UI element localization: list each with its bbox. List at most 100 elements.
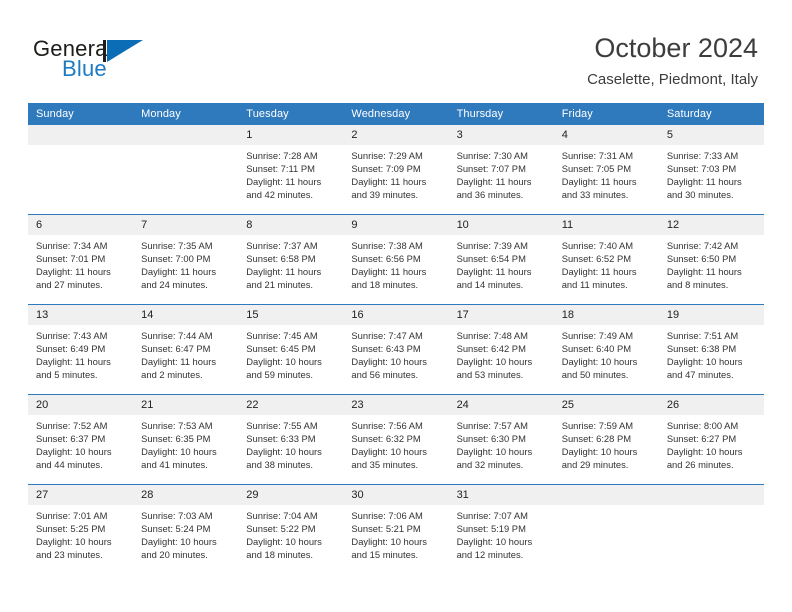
weekday-header-friday: Friday xyxy=(553,103,659,125)
sunset-time: Sunset: 5:22 PM xyxy=(246,523,316,535)
day-details: Sunrise: 7:07 AM Sunset: 5:19 PM Daylight:… xyxy=(449,505,554,561)
sunset-time: Sunset: 6:38 PM xyxy=(666,343,737,355)
calendar-day-cell[interactable]: 16 Sunrise: 7:47 AM Sunset: 6:43 PM Dayligh… xyxy=(343,304,449,395)
sunset-time: Sunset: 5:25 PM xyxy=(36,523,106,535)
sunset-time: Sunset: 6:42 PM xyxy=(456,343,526,355)
daylight-duration-line-1: Daylight: 10 hours xyxy=(456,446,533,458)
day-details: Sunrise: 7:44 AM Sunset: 6:47 PM Daylight:… xyxy=(133,325,238,381)
day-details: Sunrise: 7:49 AM Sunset: 6:40 PM Daylight:… xyxy=(554,325,659,381)
daylight-duration-line-1: Daylight: 11 hours xyxy=(666,266,742,278)
day-details: Sunrise: 7:48 AM Sunset: 6:42 PM Daylight:… xyxy=(449,325,554,381)
calendar-day-cell[interactable]: 19 Sunrise: 7:51 AM Sunset: 6:38 PM Dayligh… xyxy=(658,304,764,395)
day-number xyxy=(658,485,764,505)
calendar-day-cell[interactable]: 15 Sunrise: 7:45 AM Sunset: 6:45 PM Dayligh… xyxy=(238,304,344,395)
weekday-header-wednesday: Wednesday xyxy=(343,103,449,125)
calendar-day-cell[interactable]: 27 Sunrise: 7:01 AM Sunset: 5:25 PM Dayligh… xyxy=(28,484,134,574)
daylight-duration-line-2: and 14 minutes. xyxy=(456,279,524,291)
daylight-duration-line-1: Daylight: 11 hours xyxy=(351,266,427,278)
day-details: Sunrise: 7:35 AM Sunset: 7:00 PM Daylight:… xyxy=(133,235,238,291)
calendar-day-cell[interactable]: 18 Sunrise: 7:49 AM Sunset: 6:40 PM Dayligh… xyxy=(553,304,659,395)
day-details: Sunrise: 7:43 AM Sunset: 6:49 PM Daylight:… xyxy=(28,325,133,381)
calendar-day-cell[interactable]: 24 Sunrise: 7:57 AM Sunset: 6:30 PM Dayligh… xyxy=(448,394,554,485)
daylight-duration-line-1: Daylight: 11 hours xyxy=(246,176,322,188)
day-details: Sunrise: 7:04 AM Sunset: 5:22 PM Daylight:… xyxy=(238,505,343,561)
day-number: 2 xyxy=(343,125,449,145)
day-number: 7 xyxy=(133,215,239,235)
day-details: Sunrise: 7:47 AM Sunset: 6:43 PM Daylight:… xyxy=(343,325,448,381)
day-number: 21 xyxy=(133,395,239,415)
daylight-duration-line-2: and 38 minutes. xyxy=(246,459,313,471)
calendar-week-row: 27 Sunrise: 7:01 AM Sunset: 5:25 PM Dayligh… xyxy=(28,484,764,574)
day-details: Sunrise: 7:55 AM Sunset: 6:33 PM Daylight:… xyxy=(238,415,343,471)
sunrise-time: Sunrise: 7:47 AM xyxy=(351,330,423,341)
sunrise-time: Sunrise: 7:57 AM xyxy=(456,420,528,431)
daylight-duration-line-2: and 27 minutes. xyxy=(36,279,103,291)
day-details: Sunrise: 7:37 AM Sunset: 6:58 PM Daylight:… xyxy=(238,235,343,291)
day-details: Sunrise: 7:42 AM Sunset: 6:50 PM Daylight:… xyxy=(659,235,764,291)
day-details: Sunrise: 7:57 AM Sunset: 6:30 PM Daylight:… xyxy=(449,415,554,471)
calendar-day-cell[interactable]: 7 Sunrise: 7:35 AM Sunset: 7:00 PM Daylight… xyxy=(133,214,239,305)
calendar-day-cell[interactable]: 28 Sunrise: 7:03 AM Sunset: 5:24 PM Dayligh… xyxy=(133,484,239,574)
calendar-day-cell[interactable]: 10 Sunrise: 7:39 AM Sunset: 6:54 PM Dayligh… xyxy=(448,214,554,305)
day-number: 10 xyxy=(448,215,554,235)
sunrise-time: Sunrise: 7:53 AM xyxy=(141,420,213,431)
sunrise-time: Sunrise: 7:59 AM xyxy=(561,420,634,431)
calendar-day-cell[interactable]: 12 Sunrise: 7:42 AM Sunset: 6:50 PM Dayligh… xyxy=(658,214,764,305)
calendar-day-cell-empty xyxy=(133,125,239,215)
sunrise-time: Sunrise: 7:04 AM xyxy=(246,510,318,521)
calendar-day-cell[interactable]: 23 Sunrise: 7:56 AM Sunset: 6:32 PM Dayligh… xyxy=(343,394,449,485)
day-number xyxy=(28,125,134,145)
calendar-page: General Blue October 2024 Caselette, Pie… xyxy=(0,0,792,612)
day-details: Sunrise: 7:51 AM Sunset: 6:38 PM Daylight:… xyxy=(659,325,764,381)
day-details: Sunrise: 7:03 AM Sunset: 5:24 PM Daylight:… xyxy=(133,505,238,561)
day-number: 15 xyxy=(238,305,344,325)
daylight-duration-line-1: Daylight: 10 hours xyxy=(666,446,743,458)
daylight-duration-line-1: Daylight: 11 hours xyxy=(36,356,111,368)
calendar-day-cell[interactable]: 2 Sunrise: 7:29 AM Sunset: 7:09 PM Daylight… xyxy=(343,125,449,215)
calendar-day-cell[interactable]: 6 Sunrise: 7:34 AM Sunset: 7:01 PM Daylight… xyxy=(28,214,134,305)
brand-logo[interactable]: General Blue xyxy=(33,36,163,84)
daylight-duration-line-2: and 5 minutes. xyxy=(36,369,98,381)
sunrise-time: Sunrise: 7:45 AM xyxy=(246,330,318,341)
calendar-day-cell[interactable]: 9 Sunrise: 7:38 AM Sunset: 6:56 PM Daylight… xyxy=(343,214,449,305)
calendar-day-cell[interactable]: 22 Sunrise: 7:55 AM Sunset: 6:33 PM Dayligh… xyxy=(238,394,344,485)
daylight-duration-line-1: Daylight: 10 hours xyxy=(141,446,217,458)
daylight-duration-line-1: Daylight: 10 hours xyxy=(36,536,112,548)
calendar-day-cell[interactable]: 5 Sunrise: 7:33 AM Sunset: 7:03 PM Daylight… xyxy=(658,125,764,215)
calendar-day-cell[interactable]: 14 Sunrise: 7:44 AM Sunset: 6:47 PM Dayligh… xyxy=(133,304,239,395)
weekday-header-row: Sunday Monday Tuesday Wednesday Thursday… xyxy=(28,103,764,125)
sunset-time: Sunset: 6:52 PM xyxy=(561,253,632,265)
calendar-day-cell[interactable]: 11 Sunrise: 7:40 AM Sunset: 6:52 PM Dayligh… xyxy=(553,214,659,305)
calendar-day-cell[interactable]: 4 Sunrise: 7:31 AM Sunset: 7:05 PM Daylight… xyxy=(553,125,659,215)
calendar-day-cell[interactable]: 30 Sunrise: 7:06 AM Sunset: 5:21 PM Dayligh… xyxy=(343,484,449,574)
calendar-day-cell[interactable]: 29 Sunrise: 7:04 AM Sunset: 5:22 PM Dayligh… xyxy=(238,484,344,574)
daylight-duration-line-1: Daylight: 11 hours xyxy=(666,176,742,188)
general-blue-triangle-logo-icon xyxy=(103,40,143,62)
day-number: 13 xyxy=(28,305,134,325)
calendar-day-cell[interactable]: 13 Sunrise: 7:43 AM Sunset: 6:49 PM Dayligh… xyxy=(28,304,134,395)
calendar-day-cell[interactable]: 25 Sunrise: 7:59 AM Sunset: 6:28 PM Dayligh… xyxy=(553,394,659,485)
calendar-day-cell[interactable]: 21 Sunrise: 7:53 AM Sunset: 6:35 PM Dayligh… xyxy=(133,394,239,485)
calendar-day-cell[interactable]: 17 Sunrise: 7:48 AM Sunset: 6:42 PM Dayligh… xyxy=(448,304,554,395)
day-number: 30 xyxy=(343,485,449,505)
calendar-day-cell[interactable]: 1 Sunrise: 7:28 AM Sunset: 7:11 PM Daylight… xyxy=(238,125,344,215)
sunset-time: Sunset: 5:21 PM xyxy=(351,523,421,535)
day-number: 3 xyxy=(448,125,554,145)
day-number: 23 xyxy=(343,395,449,415)
calendar-day-cell[interactable]: 8 Sunrise: 7:37 AM Sunset: 6:58 PM Daylight… xyxy=(238,214,344,305)
sunset-time: Sunset: 6:30 PM xyxy=(456,433,526,445)
calendar-day-cell-empty xyxy=(658,484,764,574)
sunrise-time: Sunrise: 7:42 AM xyxy=(666,240,739,251)
calendar-day-cell[interactable]: 20 Sunrise: 7:52 AM Sunset: 6:37 PM Dayligh… xyxy=(28,394,134,485)
daylight-duration-line-2: and 29 minutes. xyxy=(561,459,629,471)
calendar-day-cell[interactable]: 31 Sunrise: 7:07 AM Sunset: 5:19 PM Dayligh… xyxy=(448,484,554,574)
daylight-duration-line-1: Daylight: 10 hours xyxy=(351,356,427,368)
calendar-table: Sunday Monday Tuesday Wednesday Thursday… xyxy=(28,103,764,574)
calendar-day-cell[interactable]: 26 Sunrise: 8:00 AM Sunset: 6:27 PM Dayligh… xyxy=(658,394,764,485)
day-number: 17 xyxy=(448,305,554,325)
daylight-duration-line-2: and 41 minutes. xyxy=(141,459,208,471)
calendar-day-cell[interactable]: 3 Sunrise: 7:30 AM Sunset: 7:07 PM Daylight… xyxy=(448,125,554,215)
calendar-header-row-group: Sunday Monday Tuesday Wednesday Thursday… xyxy=(28,103,764,125)
daylight-duration-line-2: and 18 minutes. xyxy=(351,279,419,291)
daylight-duration-line-2: and 18 minutes. xyxy=(246,549,313,561)
